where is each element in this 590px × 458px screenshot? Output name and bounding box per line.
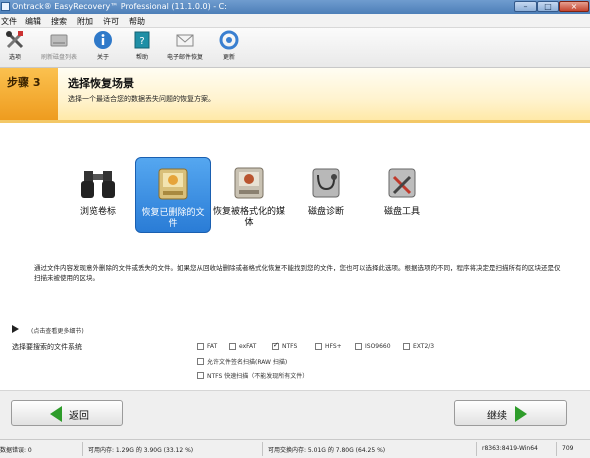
checkbox-fat[interactable]: FAT — [197, 343, 217, 352]
checkbox-exfat[interactable]: exFAT — [229, 343, 256, 352]
checkbox-hfs[interactable]: HFS+ — [315, 343, 342, 352]
update-label: 更新 — [222, 54, 235, 61]
step-label: 步骤 3 — [7, 76, 41, 89]
info-icon — [93, 30, 113, 50]
more-details-link[interactable]: (点击查看更多细节) — [31, 326, 84, 335]
stethoscope-disk-icon — [306, 165, 346, 201]
menu-search[interactable]: 搜索 — [51, 16, 67, 27]
back-button[interactable]: 返回 — [11, 400, 123, 426]
checkbox-box[interactable] — [355, 343, 362, 350]
refresh-disk-list-label: 刷新磁盘列表 — [40, 54, 77, 61]
disk-refresh-icon — [49, 30, 69, 50]
checkbox-label: exFAT — [239, 343, 257, 350]
option-label: 恢复已删除的文件 — [141, 208, 205, 229]
option-disk-tools[interactable]: 磁盘工具 — [364, 157, 440, 233]
navigation-bar: 返回 继续 — [0, 390, 590, 439]
continue-button[interactable]: 继续 — [454, 400, 567, 426]
toolbar: 选项 刷新磁盘列表 关于 ? 帮助 电子邮件恢复 更新 — [0, 28, 590, 68]
status-separator — [262, 442, 263, 456]
menu-bar: 文件 编辑 搜索 附加 许可 帮助 — [0, 14, 590, 28]
options-button[interactable]: 选项 — [1, 30, 29, 61]
menu-edit[interactable]: 编辑 — [25, 16, 41, 27]
status-separator — [82, 442, 83, 456]
status-build: r8363:8419-Win64 — [482, 445, 538, 452]
step-indicator: 步骤 3 — [0, 68, 58, 120]
disk-tools-icon — [382, 165, 422, 201]
checkbox-box[interactable] — [197, 372, 204, 379]
email-recovery-label: 电子邮件恢复 — [166, 54, 203, 61]
checkbox-ext23[interactable]: EXT2/3 — [403, 343, 434, 352]
menu-file[interactable]: 文件 — [1, 16, 17, 27]
status-memory: 可用内存: 1.29G 的 3.90G (33.12 %) — [88, 447, 194, 454]
continue-label: 继续 — [487, 411, 507, 422]
status-separator — [556, 442, 557, 456]
arrow-left-icon — [50, 406, 62, 422]
status-swap: 可用交换内存: 5.01G 的 7.80G (64.25 %) — [268, 447, 386, 454]
svg-text:?: ? — [139, 36, 144, 47]
deleted-files-drive-icon — [153, 166, 193, 202]
option-label: 浏览卷标 — [79, 207, 116, 217]
email-recovery-button[interactable]: 电子邮件恢复 — [162, 30, 208, 61]
help-book-icon: ? — [132, 30, 152, 50]
checkbox-raw-scan[interactable]: 允许文件签名扫描(RAW 扫描) — [197, 357, 287, 366]
arrow-right-icon — [515, 406, 527, 422]
title-bar[interactable]: Ontrack® EasyRecovery™ Professional (11.… — [0, 0, 590, 14]
checkbox-ntfs[interactable]: NTFS — [272, 341, 298, 352]
status-separator — [476, 442, 477, 456]
back-label: 返回 — [69, 411, 89, 422]
checkbox-label: 允许文件签名扫描(RAW 扫描) — [207, 359, 288, 366]
checkbox-label: NTFS 快速扫描（不能发现所有文件） — [207, 373, 309, 380]
status-bar: 数据错误: 0 可用内存: 1.29G 的 3.90G (33.12 %) 可用… — [0, 439, 590, 458]
app-window: Ontrack® EasyRecovery™ Professional (11.… — [0, 0, 590, 458]
email-icon — [175, 30, 195, 50]
option-label: 恢复被格式化的媒体 — [213, 207, 286, 228]
option-label: 磁盘诊断 — [307, 207, 344, 217]
menu-help[interactable]: 帮助 — [129, 16, 145, 27]
checkbox-label: EXT2/3 — [413, 343, 435, 350]
checkbox-label: ISO9660 — [365, 343, 391, 350]
option-recover-formatted-media[interactable]: 恢复被格式化的媒体 — [211, 157, 287, 233]
menu-license[interactable]: 许可 — [103, 16, 119, 27]
menu-addons[interactable]: 附加 — [77, 16, 93, 27]
status-code: 709 — [562, 445, 574, 452]
filesystem-label: 选择要搜索的文件系统 — [12, 343, 82, 351]
step-subtitle: 选择一个最适合您的数据丢失问题的恢复方案。 — [68, 95, 215, 103]
binoculars-icon — [78, 165, 118, 201]
window-title: Ontrack® EasyRecovery™ Professional (11.… — [12, 2, 227, 11]
status-data-errors: 数据错误: 0 — [0, 447, 32, 454]
checkbox-label: FAT — [207, 343, 218, 350]
expand-arrow-icon[interactable] — [12, 325, 19, 333]
checkbox-box[interactable] — [315, 343, 322, 350]
option-browse-volume[interactable]: 浏览卷标 — [60, 157, 136, 233]
refresh-disk-list-button[interactable]: 刷新磁盘列表 — [36, 30, 82, 61]
update-button[interactable]: 更新 — [217, 30, 241, 61]
app-icon — [1, 2, 10, 11]
checkbox-iso9660[interactable]: ISO9660 — [355, 343, 391, 352]
checkbox-box[interactable] — [197, 358, 204, 365]
about-label: 关于 — [96, 54, 109, 61]
checkbox-label: NTFS — [282, 343, 298, 350]
step-title: 选择恢复场景 — [68, 77, 134, 90]
formatted-drive-icon — [229, 165, 269, 201]
option-description: 通过文件内容发现意外删除的文件或丢失的文件。如果您从回收站删除或者格式化恢复不能… — [34, 264, 561, 282]
checkbox-ntfs-fast-scan[interactable]: NTFS 快速扫描（不能发现所有文件） — [197, 371, 308, 380]
checkbox-box[interactable] — [197, 343, 204, 350]
options-label: 选项 — [8, 54, 21, 61]
about-button[interactable]: 关于 — [90, 30, 116, 61]
close-button[interactable]: × — [559, 1, 589, 12]
update-icon — [219, 30, 239, 50]
option-disk-diagnostics[interactable]: 磁盘诊断 — [288, 157, 364, 233]
checkbox-box[interactable] — [229, 343, 236, 350]
option-label: 磁盘工具 — [383, 207, 420, 217]
checkbox-label: HFS+ — [325, 343, 342, 350]
help-button[interactable]: ? 帮助 — [129, 30, 155, 61]
option-recover-deleted-files[interactable]: 恢复已删除的文件 — [135, 157, 211, 233]
checkbox-box[interactable] — [272, 341, 279, 350]
help-label: 帮助 — [135, 54, 148, 61]
step-header: 步骤 3 选择恢复场景 选择一个最适合您的数据丢失问题的恢复方案。 — [0, 68, 590, 123]
maximize-button[interactable]: □ — [537, 1, 559, 12]
minimize-button[interactable]: – — [514, 1, 537, 12]
tools-icon — [5, 30, 25, 50]
checkbox-box[interactable] — [403, 343, 410, 350]
